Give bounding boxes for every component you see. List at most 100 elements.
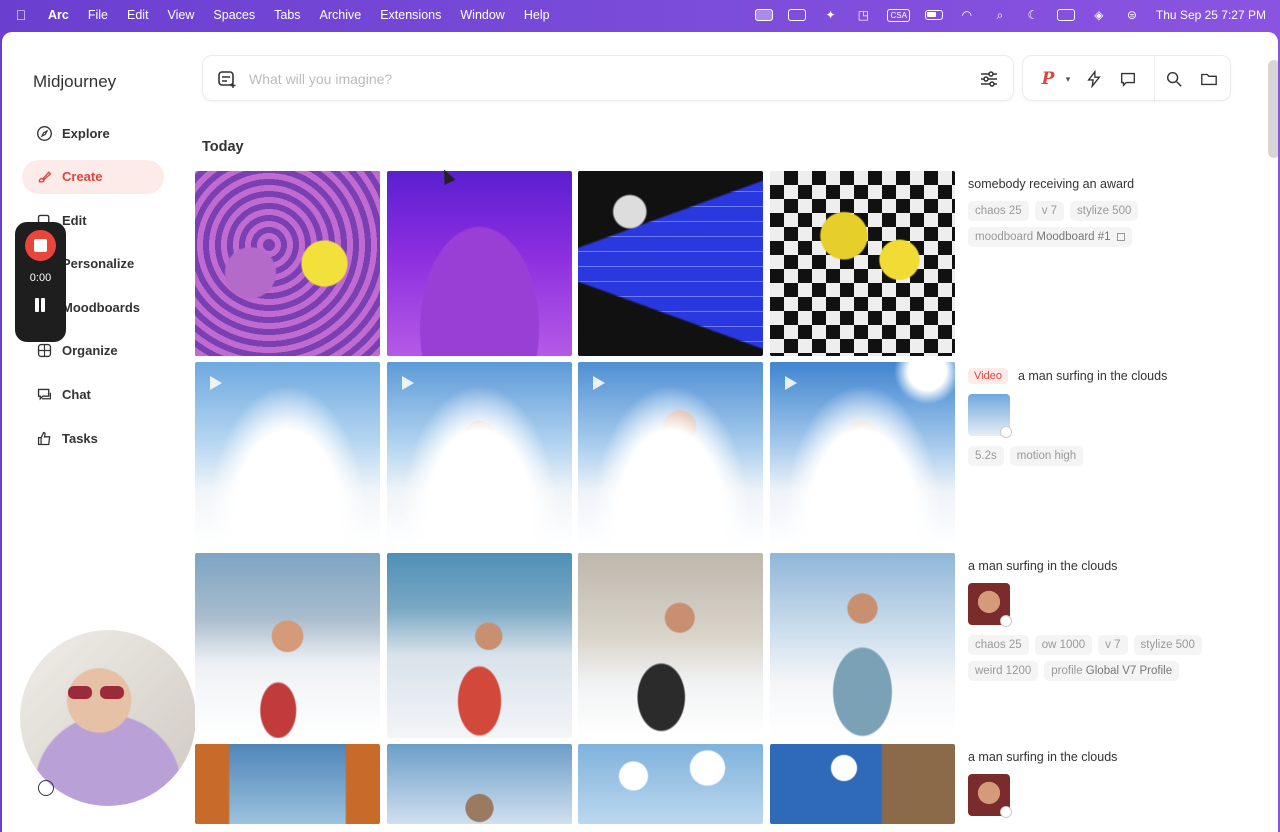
menu-app-name[interactable]: Arc (48, 8, 69, 22)
sidebar-item-label: Moodboards (62, 299, 140, 315)
video-tile[interactable] (578, 362, 763, 547)
prompt-title[interactable]: a man surfing in the clouds (968, 559, 1117, 573)
image-tile[interactable] (387, 171, 572, 356)
prompt-details: a man surfing in the clouds (968, 744, 1268, 818)
chat-icon (35, 386, 53, 404)
param-chip[interactable]: stylize 500 (1070, 201, 1139, 221)
apple-icon[interactable]:  (14, 7, 28, 23)
spotlight-icon[interactable]: ⌕ (991, 8, 1009, 22)
stop-recording-button[interactable] (25, 230, 56, 261)
pointer-icon[interactable]: ◳ (854, 8, 872, 22)
param-chip[interactable]: weird 1200 (968, 661, 1039, 681)
speech-bubble-icon[interactable] (1117, 68, 1139, 90)
prompt-input[interactable] (249, 68, 949, 90)
param-chip[interactable]: stylize 500 (1133, 635, 1202, 655)
profile-chip[interactable]: profile Global V7 Profile (1044, 661, 1180, 681)
account-icon[interactable] (38, 780, 54, 796)
lightning-icon[interactable] (1083, 68, 1105, 90)
video-tile[interactable] (770, 362, 955, 547)
status-area: ✦ ◳ CSA ◠ ⌕ ☾ ◈ ⊜ Thu Sep 25 7:27 PM (755, 0, 1266, 30)
omni-reference-badge-icon (1000, 615, 1012, 627)
image-tile[interactable] (195, 744, 380, 824)
param-chip[interactable]: chaos 25 (968, 201, 1029, 221)
app-status-icon[interactable] (788, 8, 807, 22)
settings-sliders-icon[interactable] (979, 69, 999, 89)
image-tile[interactable] (578, 553, 763, 738)
video-badge: Video (968, 368, 1008, 384)
play-icon (402, 376, 414, 390)
image-tile[interactable] (387, 553, 572, 738)
menu-view[interactable]: View (168, 8, 195, 22)
image-tile[interactable] (770, 553, 955, 738)
chevron-down-icon[interactable]: ▾ (1057, 68, 1079, 90)
menu-clock[interactable]: Thu Sep 25 7:27 PM (1156, 8, 1266, 22)
feed-row: Video a man surfing in the clouds 5.2s mo… (195, 362, 1275, 547)
prompt-title[interactable]: a man surfing in the clouds (968, 750, 1117, 764)
menu-file[interactable]: File (88, 8, 108, 22)
csa-badge-icon[interactable]: CSA (887, 8, 910, 22)
sidebar-item-tasks[interactable]: Tasks (22, 421, 164, 455)
param-chip[interactable]: v 7 (1034, 201, 1065, 221)
moodboard-name: Moodboard #1 (1036, 231, 1111, 243)
image-tile[interactable] (195, 171, 380, 356)
folder-icon[interactable] (1198, 68, 1220, 90)
sidebar-item-label: Edit (62, 212, 87, 228)
menu-help[interactable]: Help (524, 8, 550, 22)
extension-icon[interactable]: ✦ (821, 8, 839, 22)
image-tile[interactable] (770, 171, 955, 356)
reference-thumbnail[interactable] (968, 583, 1012, 627)
sidebar-item-create[interactable]: Create (22, 159, 164, 194)
midjourney-logo[interactable]: Midjourney (33, 72, 116, 92)
param-chip[interactable]: 5.2s (968, 446, 1004, 466)
focus-moon-icon[interactable]: ☾ (1024, 8, 1042, 22)
tool-bar: P ▾ (1022, 55, 1231, 102)
image-tile[interactable] (195, 553, 380, 738)
image-tile[interactable] (578, 744, 763, 824)
menu-bar:  Arc File Edit View Spaces Tabs Archive… (0, 0, 1280, 30)
video-tile[interactable] (195, 362, 380, 547)
menu-spaces[interactable]: Spaces (213, 8, 255, 22)
param-chip[interactable]: motion high (1009, 446, 1084, 466)
menu-archive[interactable]: Archive (320, 8, 362, 22)
sidebar-item-chat[interactable]: Chat (22, 378, 164, 412)
battery-icon[interactable] (924, 8, 943, 22)
prompt-title[interactable]: a man surfing in the clouds (1018, 369, 1167, 383)
image-tile[interactable] (387, 744, 572, 824)
webcam-face-image (68, 686, 126, 700)
menu-tabs[interactable]: Tabs (274, 8, 300, 22)
moodboard-chip[interactable]: moodboard Moodboard #1 (968, 227, 1132, 247)
image-prompt-icon[interactable] (217, 69, 237, 89)
display-icon[interactable] (1056, 8, 1075, 22)
sidebar-item-label: Create (62, 169, 103, 185)
prompt-title[interactable]: somebody receiving an award (968, 177, 1134, 191)
control-center-icon[interactable]: ⊜ (1123, 8, 1141, 22)
search-icon[interactable] (1163, 68, 1185, 90)
param-chip[interactable]: chaos 25 (968, 635, 1029, 655)
personalize-toggle[interactable]: P (1037, 68, 1059, 90)
param-chip[interactable]: v 7 (1098, 635, 1128, 655)
menu-edit[interactable]: Edit (127, 8, 149, 22)
pause-icon[interactable] (33, 298, 47, 312)
thumbs-up-icon (35, 429, 53, 447)
image-tile[interactable] (770, 744, 955, 824)
vpn-icon[interactable]: ◈ (1090, 8, 1108, 22)
scrollbar-handle[interactable] (1268, 60, 1278, 158)
sidebar-item-explore[interactable]: Explore (22, 116, 164, 150)
wifi-icon[interactable]: ◠ (958, 8, 976, 22)
source-thumbnail[interactable] (968, 394, 1012, 438)
compass-icon (35, 124, 53, 142)
menu-window[interactable]: Window (460, 8, 504, 22)
param-chip[interactable]: ow 1000 (1034, 635, 1093, 655)
brush-icon (35, 168, 53, 186)
recording-time: 0:00 (29, 272, 52, 284)
prompt-bar (202, 55, 1014, 101)
prompt-details: Video a man surfing in the clouds 5.2s mo… (968, 362, 1268, 466)
reference-thumbnail[interactable] (968, 774, 1012, 818)
menu-extensions[interactable]: Extensions (380, 8, 441, 22)
sidebar-item-label: Personalize (62, 256, 135, 272)
feed-row: a man surfing in the clouds chaos 25 ow … (195, 553, 1275, 738)
feed-row: a man surfing in the clouds (195, 744, 1275, 824)
video-tile[interactable] (387, 362, 572, 547)
screen-record-icon[interactable] (755, 8, 774, 22)
image-tile[interactable] (578, 171, 763, 356)
